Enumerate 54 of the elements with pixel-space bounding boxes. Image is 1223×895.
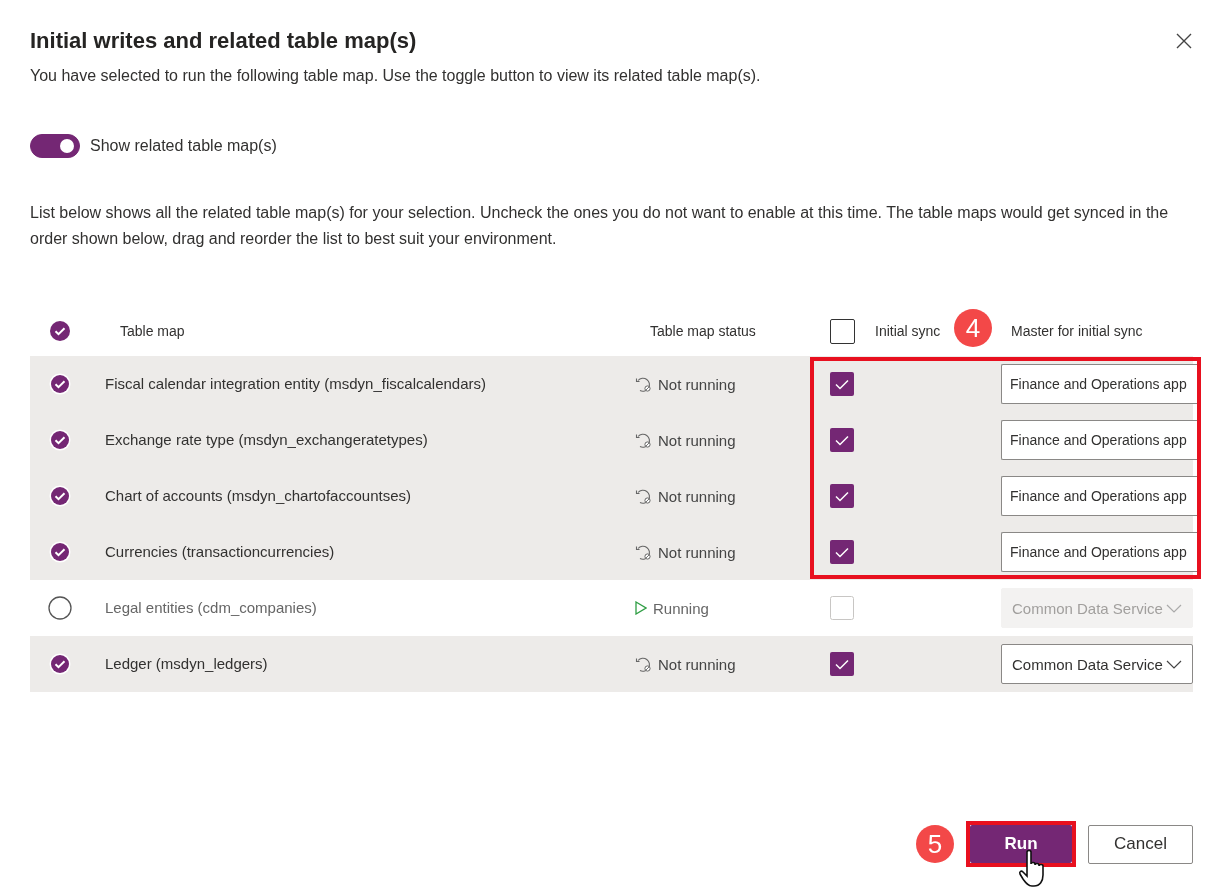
- status-text: Not running: [658, 543, 736, 561]
- selected-check-icon[interactable]: [49, 429, 71, 451]
- table-map-name: Legal entities (cdm_companies): [105, 599, 317, 616]
- initial-sync-checkbox[interactable]: [830, 540, 854, 564]
- table-map-name: Fiscal calendar integration entity (msdyn_fiscalcalendars): [105, 375, 486, 392]
- initial-sync-checkbox[interactable]: [830, 652, 854, 676]
- initial-sync-checkbox[interactable]: [830, 596, 854, 620]
- unselected-circle-icon[interactable]: [48, 596, 72, 620]
- chevron-down-icon: [1166, 659, 1182, 669]
- selected-check-icon[interactable]: [49, 541, 71, 563]
- dialog-title: Initial writes and related table map(s): [30, 28, 417, 54]
- column-header: Table map: [120, 323, 185, 339]
- initial-sync-checkbox[interactable]: [830, 484, 854, 508]
- status-text: Running: [653, 599, 709, 617]
- column-header: Table map status: [650, 323, 756, 339]
- play-icon: [635, 601, 647, 615]
- status-text: Not running: [658, 487, 736, 505]
- selected-check-icon[interactable]: [49, 653, 71, 675]
- initial-sync-checkbox[interactable]: [830, 428, 854, 452]
- status-text: Not running: [658, 431, 736, 449]
- master-dropdown[interactable]: Finance and Operations app: [1001, 420, 1198, 460]
- chevron-down-icon: [1166, 603, 1182, 613]
- master-dropdown[interactable]: Finance and Operations app: [1001, 476, 1198, 516]
- refresh-icon: [635, 543, 652, 561]
- status-text: Not running: [658, 375, 736, 393]
- refresh-icon: [635, 431, 652, 449]
- table-map-name: Currencies (transactioncurrencies): [105, 543, 335, 560]
- refresh-icon: [635, 655, 652, 673]
- selected-check-icon[interactable]: [49, 485, 71, 507]
- status-text: Not running: [658, 655, 736, 673]
- toggle-switch[interactable]: [30, 134, 80, 158]
- refresh-icon: [635, 375, 652, 393]
- column-header: Master for initial sync: [1011, 323, 1143, 339]
- table-map-name: Ledger (msdyn_ledgers): [105, 655, 268, 672]
- refresh-icon: [635, 487, 652, 505]
- initial-sync-all-checkbox[interactable]: [830, 318, 855, 344]
- cancel-button[interactable]: Cancel: [1088, 824, 1193, 864]
- table-row[interactable]: Ledger (msdyn_ledgers) Not running Common Data Service: [30, 636, 1193, 692]
- step-callout: 5: [916, 825, 954, 863]
- master-dropdown[interactable]: Finance and Operations app: [1001, 532, 1198, 572]
- column-header: Initial sync: [875, 323, 941, 339]
- run-button[interactable]: Run: [970, 825, 1072, 863]
- toggle-label: Show related table map(s): [90, 137, 277, 155]
- select-all-check-icon[interactable]: [50, 321, 70, 341]
- master-dropdown[interactable]: Common Data Service: [1001, 644, 1193, 684]
- dialog-subtitle: You have selected to run the following table map. Use the toggle button to view its related table map(s).: [30, 67, 762, 85]
- initial-sync-checkbox[interactable]: [830, 372, 854, 396]
- master-dropdown[interactable]: Finance and Operations app: [1001, 364, 1198, 404]
- selected-check-icon[interactable]: [49, 373, 71, 395]
- description-text: List below shows all the related table map(s) for your selection. Uncheck the ones you do not want to enable at this time. The table maps would get synced in the order shown below, drag and reorder the list to best suit your environment.: [30, 203, 1170, 249]
- table-map-name: Exchange rate type (msdyn_exchangeratetypes): [105, 431, 428, 448]
- step-callout: 4: [954, 309, 992, 347]
- close-icon[interactable]: [1176, 33, 1192, 49]
- table-map-name: Chart of accounts (msdyn_chartofaccountses): [105, 487, 411, 504]
